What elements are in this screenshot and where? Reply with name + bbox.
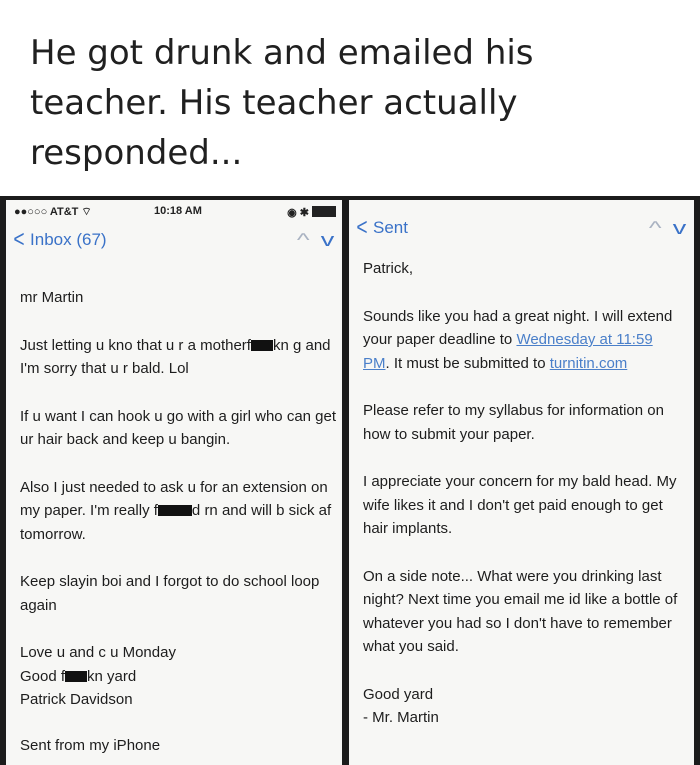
battery-icon: ◉ ✱ bbox=[287, 205, 336, 219]
text-fragment: kn bbox=[272, 336, 289, 354]
inbox-back-button[interactable]: < Inbox (67) bbox=[12, 226, 107, 253]
mail-nav-bar: < Sent ^ v bbox=[349, 216, 694, 246]
carrier-signal: ●●○○○ AT&T ⌔ bbox=[14, 206, 92, 218]
chevron-up-icon[interactable]: ^ bbox=[296, 230, 309, 251]
status-bar: ●●○○○ AT&T ⌔ 10:18 AM ◉ ✱ bbox=[14, 205, 336, 219]
signature-line: Love u and c u Monday bbox=[20, 644, 176, 661]
email-body: mr Martin Just letting u kno that u r a … bbox=[20, 286, 338, 765]
post-caption: He got drunk and emailed his teacher. Hi… bbox=[30, 33, 534, 173]
email-body: Patrick, Sounds like you had a great nig… bbox=[363, 257, 683, 754]
redaction-bar bbox=[157, 505, 192, 516]
email-paragraph: Also I just needed to ask u for an exten… bbox=[20, 476, 338, 547]
text-fragment: Just letting u kno that u r a motherf bbox=[20, 336, 251, 354]
status-icons: ◉ ✱ bbox=[287, 207, 309, 219]
email-footer: Sent from my iPhone bbox=[20, 736, 161, 754]
turnitin-link[interactable]: turnitin.com bbox=[550, 355, 628, 372]
message-nav-arrows: ^ v bbox=[648, 218, 687, 239]
signature-line: Good yard bbox=[363, 685, 434, 703]
teacher-reply-panel: < Sent ^ v Patrick, Sounds like you had … bbox=[349, 200, 694, 765]
message-nav-arrows: ^ v bbox=[296, 230, 335, 251]
text-fragment: Good f bbox=[20, 667, 66, 685]
chevron-up-icon[interactable]: ^ bbox=[648, 218, 661, 239]
signature-line: - Mr. Martin bbox=[363, 709, 439, 726]
text-fragment: . It must be submitted to bbox=[385, 354, 550, 372]
screenshot-frame: ●●○○○ AT&T ⌔ 10:18 AM ◉ ✱ < Inbox (67) ^… bbox=[0, 196, 700, 765]
text-fragment: kn yard bbox=[87, 667, 137, 685]
email-paragraph: Sounds like you had a great night. I wil… bbox=[363, 305, 683, 376]
chevron-left-icon: < bbox=[356, 214, 368, 241]
email-paragraph: Please refer to my syllabus for informat… bbox=[363, 402, 664, 443]
chevron-left-icon: < bbox=[13, 226, 25, 253]
email-greeting: Patrick, bbox=[363, 260, 414, 277]
back-label: Inbox (67) bbox=[30, 230, 107, 249]
email-paragraph: Keep slayin boi and I forgot to do schoo… bbox=[20, 573, 320, 614]
mail-nav-bar: < Inbox (67) ^ v bbox=[6, 228, 342, 258]
sent-back-button[interactable]: < Sent bbox=[355, 214, 408, 241]
battery-level-icon bbox=[312, 206, 336, 217]
email-signature: Good yard - Mr. Martin bbox=[363, 683, 683, 730]
signature-line: Good f kn yard bbox=[20, 665, 338, 689]
back-label: Sent bbox=[373, 218, 408, 237]
text-fragment: d bbox=[191, 502, 201, 519]
signature-line: Patrick Davidson bbox=[20, 691, 133, 708]
status-time: 10:18 AM bbox=[154, 205, 202, 217]
email-greeting: mr Martin bbox=[20, 289, 84, 306]
email-paragraph: Just letting u kno that u r a motherf kn … bbox=[20, 334, 338, 381]
email-paragraph: I appreciate your concern for my bald he… bbox=[363, 473, 677, 537]
redaction-bar bbox=[250, 339, 273, 351]
redaction-bar bbox=[65, 670, 88, 682]
student-email-panel: ●●○○○ AT&T ⌔ 10:18 AM ◉ ✱ < Inbox (67) ^… bbox=[6, 200, 342, 765]
email-paragraph: If u want I can hook u go with a girl wh… bbox=[20, 407, 337, 449]
chevron-down-icon[interactable]: v bbox=[673, 218, 687, 239]
email-paragraph: On a side note... What were you drinking… bbox=[363, 567, 678, 656]
email-signature: Love u and c u Monday Good f kn yard Patr… bbox=[20, 641, 338, 712]
chevron-down-icon[interactable]: v bbox=[321, 230, 335, 251]
